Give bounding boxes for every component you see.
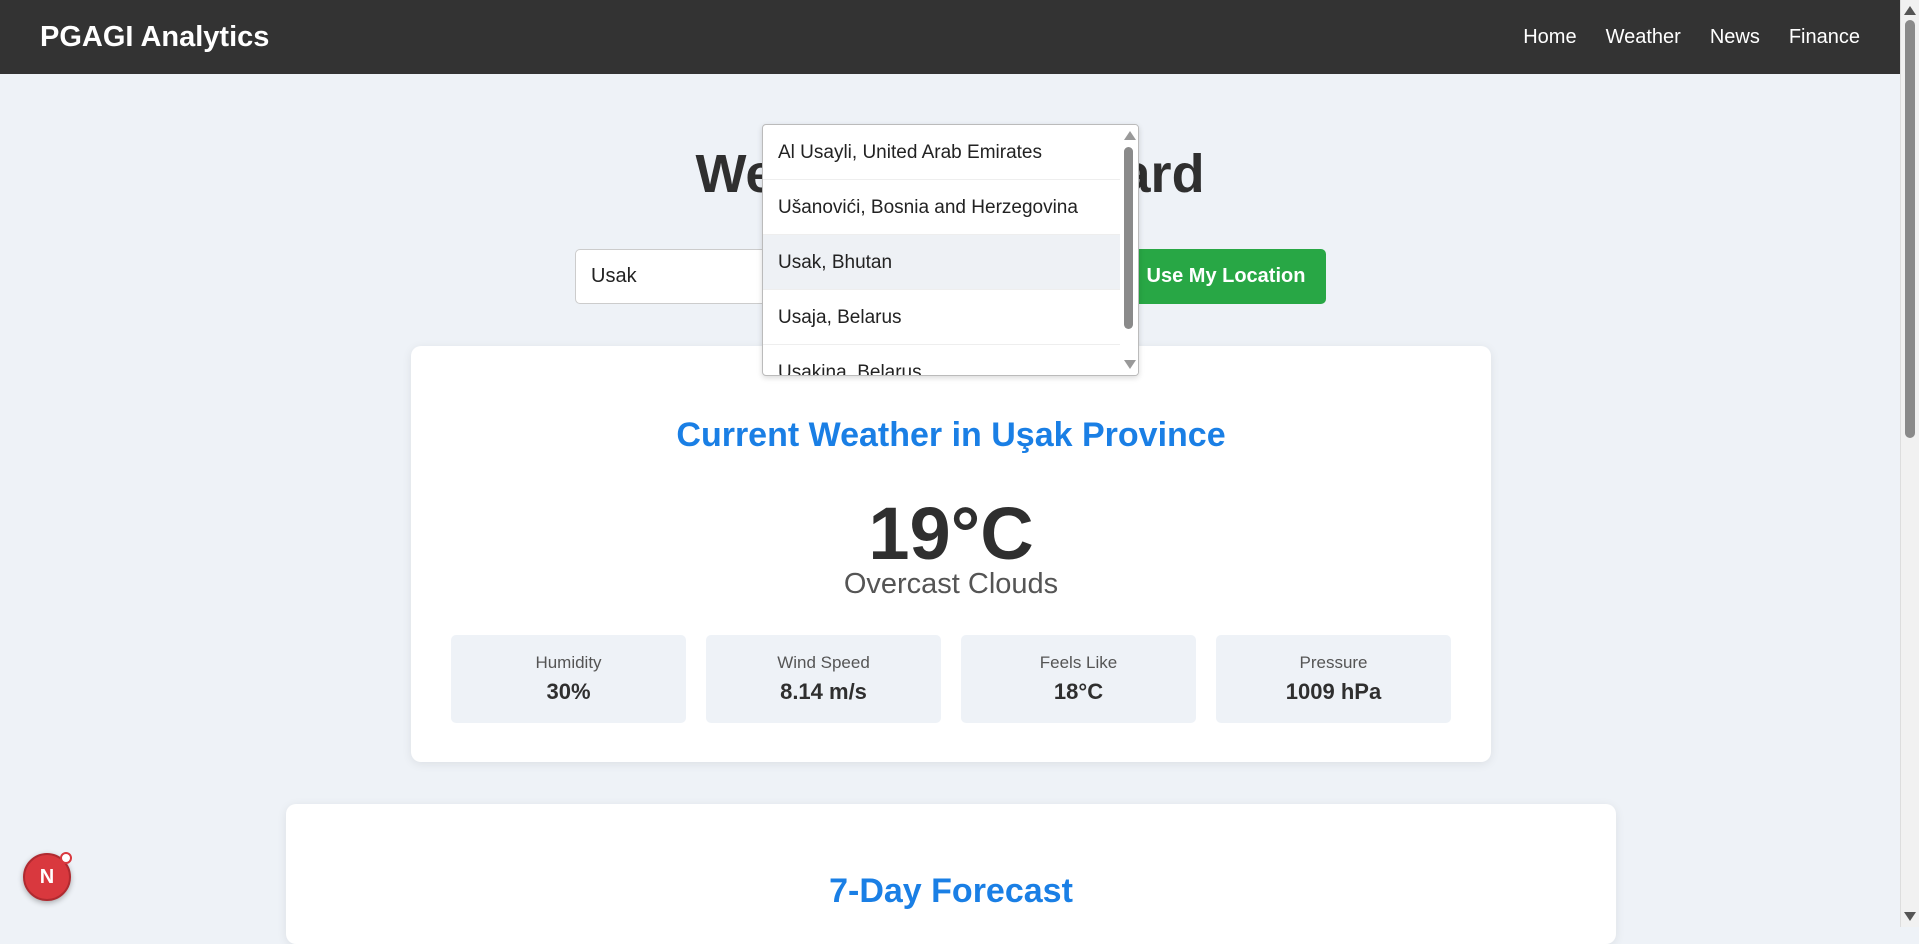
weather-condition: Overcast Clouds — [843, 568, 1059, 600]
badge-letter: N — [39, 865, 55, 888]
current-weather-title: Current Weather in Uşak Province — [676, 416, 1226, 454]
current-weather-card: Current Weather in Uşak Province 19°C Ov… — [411, 346, 1491, 762]
page-scroll-thumb[interactable] — [1905, 20, 1915, 438]
nav-links: Home Weather News Finance — [1523, 26, 1860, 49]
metric-value: 8.14 m/s — [780, 679, 867, 704]
suggestion-item[interactable]: Usaja, Belarus — [763, 290, 1121, 345]
nav-link-home[interactable]: Home — [1523, 26, 1576, 49]
city-suggestions-dropdown[interactable]: Al Usayli, United Arab Emirates Ušanović… — [762, 124, 1139, 376]
metric-value: 30% — [546, 679, 591, 704]
suggestions-list: Al Usayli, United Arab Emirates Ušanović… — [763, 125, 1121, 375]
page-scrollbar[interactable] — [1900, 0, 1919, 927]
suggestion-item[interactable]: Usakina, Belarus — [763, 345, 1121, 375]
suggestion-item[interactable]: Al Usayli, United Arab Emirates — [763, 125, 1121, 180]
nav-link-finance[interactable]: Finance — [1789, 26, 1860, 49]
metric-label: Wind Speed — [777, 653, 870, 672]
metric-feels-like: Feels Like 18°C — [961, 635, 1196, 723]
metric-value: 18°C — [1053, 679, 1104, 704]
metric-humidity: Humidity 30% — [451, 635, 686, 723]
navbar: PGAGI Analytics Home Weather News Financ… — [0, 0, 1900, 74]
metric-label: Feels Like — [1039, 653, 1118, 672]
nav-link-weather[interactable]: Weather — [1606, 26, 1681, 49]
brand-logo-text[interactable]: PGAGI Analytics — [40, 21, 269, 54]
metric-wind-speed: Wind Speed 8.14 m/s — [706, 635, 941, 723]
dropdown-scroll-thumb[interactable] — [1124, 147, 1133, 329]
forecast-card: 7-Day Forecast — [286, 804, 1616, 944]
nextjs-dev-badge[interactable]: N — [23, 852, 72, 901]
page-scroll-down-arrow-icon[interactable] — [1904, 912, 1916, 921]
notification-dot-icon — [60, 852, 72, 864]
scroll-down-arrow-icon[interactable] — [1124, 360, 1136, 369]
suggestion-item[interactable]: Ušanovići, Bosnia and Herzegovina — [763, 180, 1121, 235]
use-my-location-button[interactable]: Use My Location — [1126, 249, 1326, 304]
page-scroll-up-arrow-icon[interactable] — [1904, 6, 1916, 15]
metric-label: Humidity — [535, 653, 602, 672]
suggestion-item-highlighted[interactable]: Usak, Bhutan — [763, 235, 1121, 290]
metric-value: 1009 hPa — [1285, 679, 1382, 704]
metric-label: Pressure — [1299, 653, 1368, 672]
nav-link-news[interactable]: News — [1710, 26, 1760, 49]
weather-metrics: Humidity 30% Wind Speed 8.14 m/s Feels L… — [451, 635, 1451, 723]
temperature-value: 19°C — [868, 492, 1034, 575]
metric-pressure: Pressure 1009 hPa — [1216, 635, 1451, 723]
scroll-up-arrow-icon[interactable] — [1124, 131, 1136, 140]
forecast-title: 7-Day Forecast — [829, 872, 1073, 910]
dropdown-scrollbar[interactable] — [1120, 125, 1138, 375]
